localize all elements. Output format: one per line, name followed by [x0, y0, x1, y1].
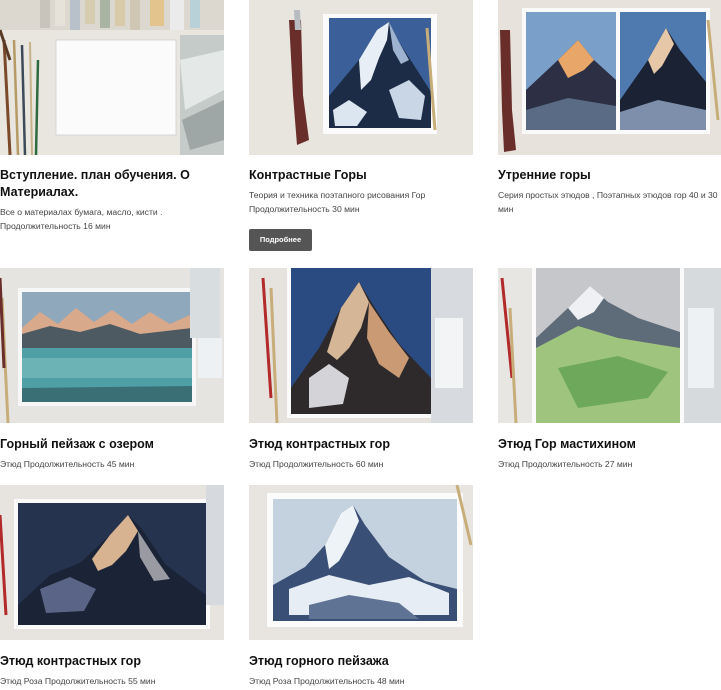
mountain-landscape-photo [249, 485, 473, 640]
course-thumbnail[interactable] [0, 268, 224, 423]
course-description: Этюд Роза Продолжительность 48 мин [249, 676, 405, 686]
details-button[interactable]: Подробнее [249, 229, 312, 251]
course-thumbnail[interactable] [0, 485, 224, 640]
course-title[interactable]: Вступление. план обучения. О Материалах. [0, 167, 230, 201]
course-thumbnail[interactable] [498, 268, 721, 423]
mountain-painting-photo [249, 0, 473, 155]
course-description: Все о материалах бумага, масло, кисти . … [0, 207, 163, 231]
course-thumbnail[interactable] [249, 485, 473, 640]
course-thumbnail[interactable] [0, 0, 224, 155]
course-thumbnail[interactable] [498, 0, 721, 155]
course-description: Этюд Роза Продолжительность 55 мин [0, 676, 156, 686]
course-title[interactable]: Контрастные Горы [249, 167, 479, 184]
morning-mountains-photo [498, 0, 721, 155]
palette-knife-mountains-photo [498, 268, 721, 423]
course-title[interactable]: Горный пейзаж с озером [0, 436, 230, 453]
course-description: Теория и техника поэтапного рисования Го… [249, 190, 426, 214]
course-description: Серия простых этюдов , Поэтапных этюдов … [498, 190, 718, 214]
course-title[interactable]: Этюд Гор мастихином [498, 436, 721, 453]
course-description: Этюд Продолжительность 45 мин [0, 459, 135, 469]
contrast-mountains-rose-photo [0, 485, 224, 640]
course-thumbnail[interactable] [249, 268, 473, 423]
course-description: Этюд Продолжительность 27 мин [498, 459, 633, 469]
course-title[interactable]: Утренние горы [498, 167, 721, 184]
lake-landscape-photo [0, 268, 224, 423]
course-description: Этюд Продолжительность 60 мин [249, 459, 384, 469]
course-title[interactable]: Этюд контрастных гор [0, 653, 230, 670]
course-title[interactable]: Этюд горного пейзажа [249, 653, 479, 670]
contrast-mountains-photo [249, 268, 473, 423]
course-title[interactable]: Этюд контрастных гор [249, 436, 479, 453]
materials-photo [0, 0, 224, 155]
course-thumbnail[interactable] [249, 0, 473, 155]
